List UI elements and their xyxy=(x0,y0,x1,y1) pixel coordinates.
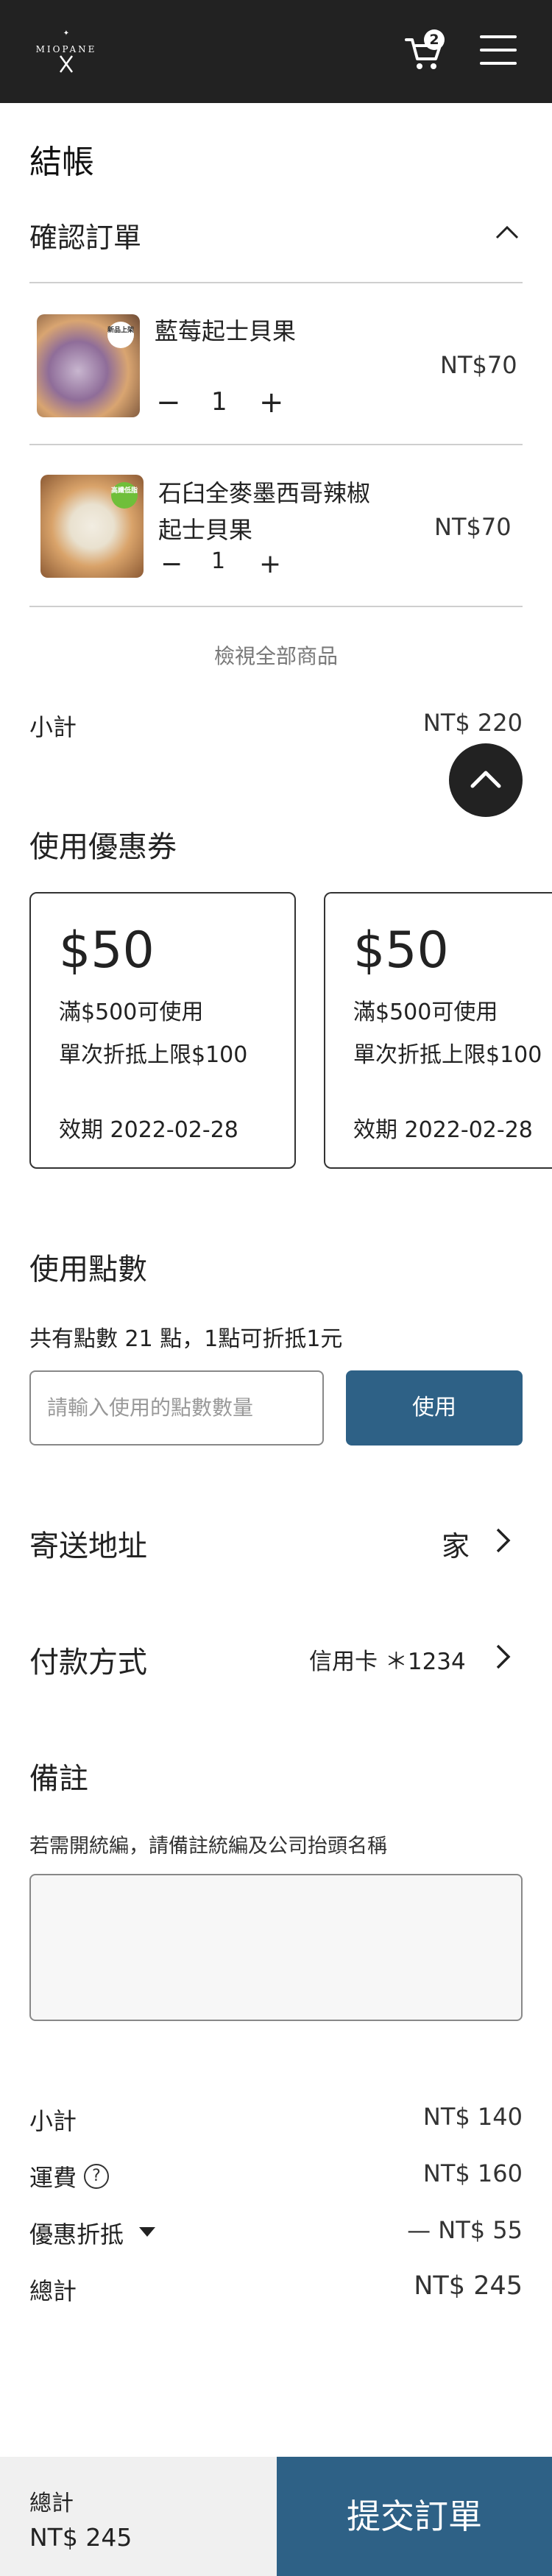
points-input[interactable]: 請輸入使用的點數數量 xyxy=(29,1370,324,1446)
summary-total-value: NT$ 245 xyxy=(414,2271,523,2301)
coupon-expiry: 效期 2022-02-28 xyxy=(353,1117,533,1143)
coupon-amount: $50 xyxy=(59,921,155,980)
product-price: NT$70 xyxy=(434,513,512,541)
increase-qty-button[interactable]: + xyxy=(259,550,281,579)
chevron-right-icon[interactable] xyxy=(495,1526,512,1554)
coupon-card[interactable]: $50 滿$500可使用 單次折抵上限$100 效期 2022-02-28 xyxy=(324,892,552,1169)
points-info: 共有點數 21 點，1點可折抵1元 xyxy=(29,1326,343,1352)
cart-button[interactable]: 2 xyxy=(403,29,447,72)
coupon-expiry: 效期 2022-02-28 xyxy=(59,1117,238,1143)
notes-section-title: 備註 xyxy=(29,1762,88,1796)
increase-qty-button[interactable]: + xyxy=(259,388,284,417)
payment-method-label: 付款方式 xyxy=(29,1646,147,1680)
order-subtotal-value: NT$ 220 xyxy=(422,709,523,737)
product-price: NT$70 xyxy=(440,351,517,379)
submit-order-button[interactable]: 提交訂單 xyxy=(277,2457,552,2576)
hamburger-menu-icon[interactable] xyxy=(480,35,517,65)
summary-shipping-label: 運費 xyxy=(29,2164,77,2192)
product-thumbnail[interactable]: 高纖低脂 xyxy=(40,475,144,578)
payment-method-value[interactable]: 信用卡 ＊1234 xyxy=(309,1643,466,1676)
summary-subtotal-label: 小計 xyxy=(29,2107,77,2135)
use-points-button[interactable]: 使用 xyxy=(346,1370,523,1446)
chevron-up-icon xyxy=(470,771,501,788)
caret-down-icon[interactable] xyxy=(138,2226,156,2237)
healthy-badge: 高纖低脂 xyxy=(111,482,138,509)
cart-count-badge: 2 xyxy=(424,29,445,50)
chevron-right-icon[interactable] xyxy=(495,1643,512,1671)
coupon-limit: 單次折抵上限$100 xyxy=(59,1042,248,1068)
product-name: 石臼全麥墨西哥辣椒 xyxy=(158,479,371,507)
brand-logo[interactable]: ✦ MIOPANE xyxy=(29,28,103,77)
view-all-products-link[interactable]: 檢視全部商品 xyxy=(0,640,552,670)
coupon-limit: 單次折抵上限$100 xyxy=(353,1042,542,1068)
coupon-condition: 滿$500可使用 xyxy=(353,999,498,1025)
scroll-to-top-button[interactable] xyxy=(449,743,523,817)
page-title: 結帳 xyxy=(29,144,94,181)
product-name: 藍莓起士貝果 xyxy=(155,317,297,345)
summary-discount-label: 優惠折抵 xyxy=(29,2221,124,2248)
coupon-amount: $50 xyxy=(353,921,449,980)
summary-total-label: 總計 xyxy=(29,2277,77,2305)
shipping-address-label: 寄送地址 xyxy=(29,1529,147,1563)
notes-hint: 若需開統編，請備註統編及公司抬頭名稱 xyxy=(29,1835,387,1858)
summary-shipping-value: NT$ 160 xyxy=(422,2159,523,2187)
decrease-qty-button[interactable]: − xyxy=(160,550,183,579)
product-qty: 1 xyxy=(211,387,227,417)
summary-discount-value: — NT$ 55 xyxy=(407,2216,523,2244)
summary-subtotal-value: NT$ 140 xyxy=(422,2103,523,2131)
decrease-qty-button[interactable]: − xyxy=(156,388,181,417)
coupon-card[interactable]: $50 滿$500可使用 單次折抵上限$100 效期 2022-02-28 xyxy=(29,892,296,1169)
order-subtotal-label: 小計 xyxy=(29,713,77,741)
product-thumbnail[interactable]: 新品上架 xyxy=(37,314,140,417)
order-section-title: 確認訂單 xyxy=(29,222,142,254)
divider xyxy=(29,282,523,283)
footer-total-value: NT$ 245 xyxy=(29,2523,132,2552)
new-product-badge: 新品上架 xyxy=(107,322,134,348)
divider xyxy=(29,606,523,607)
product-name: 起士貝果 xyxy=(158,516,253,544)
coupon-section-title: 使用優惠券 xyxy=(29,830,177,864)
top-bar: ✦ MIOPANE 2 xyxy=(0,0,552,103)
footer-total-panel: 總計 NT$ 245 xyxy=(0,2457,277,2576)
notes-textarea[interactable] xyxy=(29,1874,523,2021)
logo-text: MIOPANE xyxy=(35,44,97,54)
product-qty: 1 xyxy=(211,548,226,574)
svg-text:✦: ✦ xyxy=(63,29,69,38)
points-section-title: 使用點數 xyxy=(29,1253,147,1287)
help-icon[interactable]: ? xyxy=(84,2164,109,2189)
footer-total-label: 總計 xyxy=(29,2491,74,2516)
divider xyxy=(29,444,523,445)
coupon-condition: 滿$500可使用 xyxy=(59,999,204,1025)
shipping-address-value[interactable]: 家 xyxy=(442,1524,470,1564)
chevron-up-icon[interactable] xyxy=(495,224,520,241)
